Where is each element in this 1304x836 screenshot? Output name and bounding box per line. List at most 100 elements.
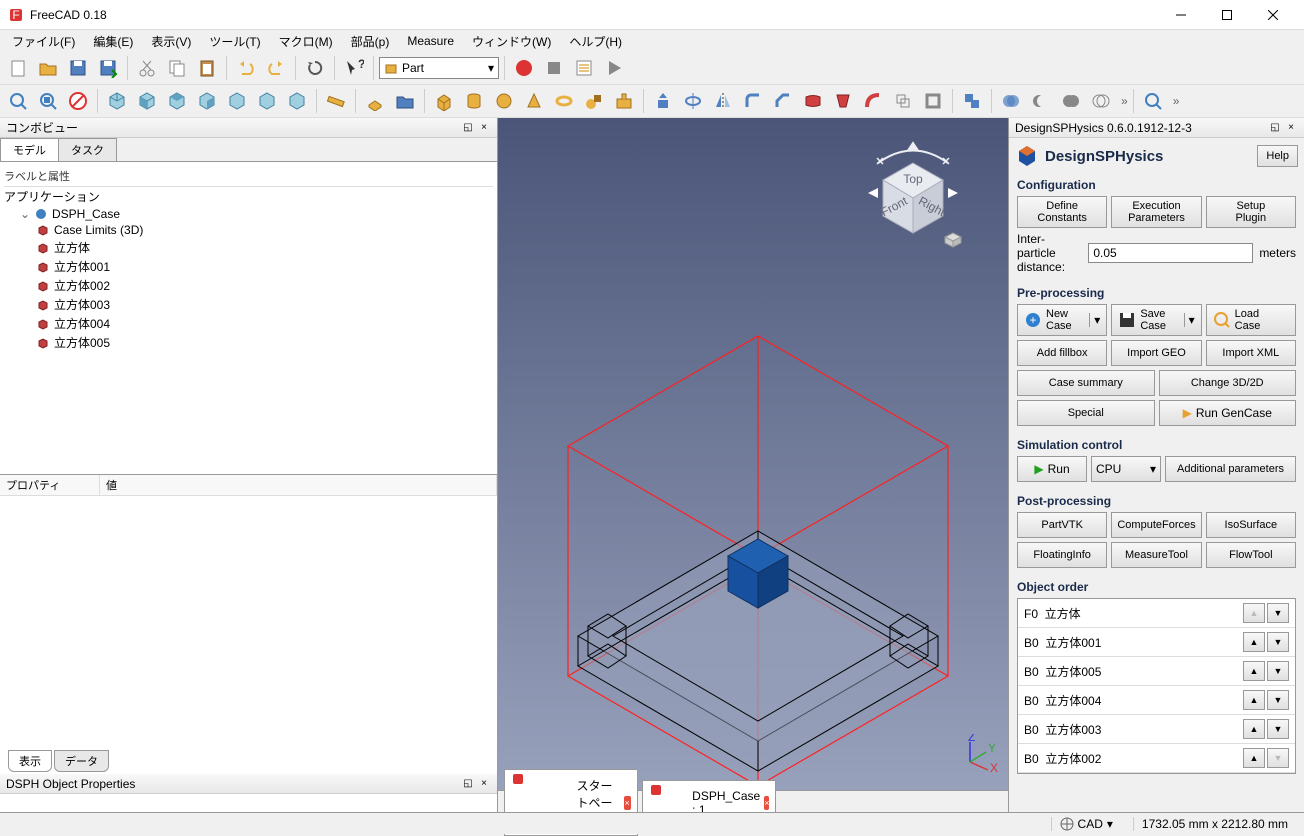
move-down-button[interactable]: ▼ xyxy=(1267,719,1289,739)
save-case-button[interactable]: Save Case ▾ xyxy=(1111,304,1201,336)
move-up-button[interactable]: ▲ xyxy=(1243,632,1265,652)
execution-parameters-button[interactable]: Execution Parameters xyxy=(1111,196,1201,228)
setup-plugin-button[interactable]: Setup Plugin xyxy=(1206,196,1296,228)
close-panel-icon[interactable]: × xyxy=(477,121,491,135)
model-tree[interactable]: ラベルと属性 アプリケーション ⌄ DSPH_Case Case Limits … xyxy=(0,162,497,474)
redo-icon[interactable] xyxy=(262,54,290,82)
isosurface-button[interactable]: IsoSurface xyxy=(1206,512,1296,538)
move-down-button[interactable]: ▼ xyxy=(1267,603,1289,623)
nav-mode[interactable]: CAD▾ xyxy=(1051,817,1121,831)
load-case-button[interactable]: Load Case xyxy=(1206,304,1296,336)
add-fillbox-button[interactable]: Add fillbox xyxy=(1017,340,1107,366)
cut-bool-icon[interactable] xyxy=(1027,87,1055,115)
loft-icon[interactable] xyxy=(829,87,857,115)
3d-viewport[interactable]: Top Front Right Z X Y xyxy=(498,118,1008,814)
order-row[interactable]: B0 立方体003▲▼ xyxy=(1018,715,1295,744)
primitives-icon[interactable] xyxy=(580,87,608,115)
menu-item[interactable]: ファイル(F) xyxy=(4,31,83,52)
flowtool-button[interactable]: FlowTool xyxy=(1206,542,1296,568)
top-icon[interactable] xyxy=(163,87,191,115)
tree-item[interactable]: 立方体004 xyxy=(4,314,493,333)
additional-parameters-button[interactable]: Additional parameters xyxy=(1165,456,1296,482)
box-icon[interactable] xyxy=(430,87,458,115)
menu-item[interactable]: ウィンドウ(W) xyxy=(464,31,559,52)
move-up-button[interactable]: ▲ xyxy=(1243,748,1265,768)
run-gencase-button[interactable]: ▶Run GenCase xyxy=(1159,400,1297,426)
tab-model[interactable]: モデル xyxy=(0,138,59,161)
macro-list-icon[interactable] xyxy=(570,54,598,82)
whats-this-icon[interactable]: ? xyxy=(340,54,368,82)
macro-record-icon[interactable] xyxy=(510,54,538,82)
isometric-icon[interactable] xyxy=(103,87,131,115)
part-extrude-icon[interactable] xyxy=(361,87,389,115)
intersect-icon[interactable] xyxy=(1087,87,1115,115)
minimize-button[interactable] xyxy=(1158,0,1204,30)
move-down-button[interactable]: ▼ xyxy=(1267,748,1289,768)
order-row[interactable]: B0 立方体001▲▼ xyxy=(1018,628,1295,657)
run-button[interactable]: ▶Run xyxy=(1017,456,1087,482)
move-up-button[interactable]: ▲ xyxy=(1243,719,1265,739)
cone-icon[interactable] xyxy=(520,87,548,115)
offset-3d-icon[interactable] xyxy=(889,87,917,115)
menu-item[interactable]: ツール(T) xyxy=(201,31,268,52)
maximize-button[interactable] xyxy=(1204,0,1250,30)
ruled-surface-icon[interactable] xyxy=(799,87,827,115)
tree-item[interactable]: 立方体005 xyxy=(4,333,493,352)
undock-icon[interactable]: ◱ xyxy=(461,777,475,791)
save-as-icon[interactable] xyxy=(94,54,122,82)
tree-item[interactable]: Case Limits (3D) xyxy=(4,222,493,238)
right-icon[interactable] xyxy=(193,87,221,115)
order-row[interactable]: B0 立方体005▲▼ xyxy=(1018,657,1295,686)
macro-play-icon[interactable] xyxy=(600,54,628,82)
menu-item[interactable]: 編集(E) xyxy=(85,31,141,52)
sphere-icon[interactable] xyxy=(490,87,518,115)
undock-icon[interactable]: ◱ xyxy=(461,121,475,135)
change-3d2d-button[interactable]: Change 3D/2D xyxy=(1159,370,1297,396)
menu-item[interactable]: Measure xyxy=(399,32,462,50)
cylinder-icon[interactable] xyxy=(460,87,488,115)
order-row[interactable]: B0 立方体004▲▼ xyxy=(1018,686,1295,715)
new-case-button[interactable]: + New Case ▾ xyxy=(1017,304,1107,336)
ipd-input[interactable] xyxy=(1088,243,1253,263)
close-button[interactable] xyxy=(1250,0,1296,30)
menu-item[interactable]: 表示(V) xyxy=(143,31,199,52)
move-up-button[interactable]: ▲ xyxy=(1243,690,1265,710)
bottom-icon[interactable] xyxy=(253,87,281,115)
tree-item[interactable]: 立方体001 xyxy=(4,257,493,276)
define-constants-button[interactable]: Define Constants xyxy=(1017,196,1107,228)
menu-item[interactable]: マクロ(M) xyxy=(271,31,341,52)
menu-item[interactable]: 部品(p) xyxy=(343,31,398,52)
chamfer-icon[interactable] xyxy=(769,87,797,115)
union-icon[interactable] xyxy=(1057,87,1085,115)
workbench-selector[interactable]: Part ▾ xyxy=(379,57,499,79)
fit-all-icon[interactable] xyxy=(4,87,32,115)
boolean-icon[interactable] xyxy=(997,87,1025,115)
compound-icon[interactable] xyxy=(958,87,986,115)
measure-linear-icon[interactable] xyxy=(1139,87,1167,115)
measure-icon[interactable] xyxy=(322,87,350,115)
case-summary-button[interactable]: Case summary xyxy=(1017,370,1155,396)
measuretool-button[interactable]: MeasureTool xyxy=(1111,542,1201,568)
front-icon[interactable] xyxy=(133,87,161,115)
macro-stop-icon[interactable] xyxy=(540,54,568,82)
order-row[interactable]: F0 立方体▲▼ xyxy=(1018,599,1295,628)
tree-case[interactable]: ⌄ DSPH_Case xyxy=(4,206,493,222)
close-tab-icon[interactable]: × xyxy=(764,796,769,810)
tab-data[interactable]: データ xyxy=(54,750,109,772)
move-down-button[interactable]: ▼ xyxy=(1267,690,1289,710)
copy-icon[interactable] xyxy=(163,54,191,82)
undo-icon[interactable] xyxy=(232,54,260,82)
torus-icon[interactable] xyxy=(550,87,578,115)
device-selector[interactable]: CPU▾ xyxy=(1091,456,1161,482)
open-file-icon[interactable] xyxy=(34,54,62,82)
sweep-icon[interactable] xyxy=(859,87,887,115)
tree-item[interactable]: 立方体002 xyxy=(4,276,493,295)
thickness-icon[interactable] xyxy=(919,87,947,115)
tree-item[interactable]: 立方体003 xyxy=(4,295,493,314)
close-panel-icon[interactable]: × xyxy=(477,777,491,791)
mirror-icon[interactable] xyxy=(709,87,737,115)
cut-icon[interactable] xyxy=(133,54,161,82)
navigation-cube[interactable]: Top Front Right xyxy=(848,128,978,258)
special-button[interactable]: Special xyxy=(1017,400,1155,426)
computeforces-button[interactable]: ComputeForces xyxy=(1111,512,1201,538)
